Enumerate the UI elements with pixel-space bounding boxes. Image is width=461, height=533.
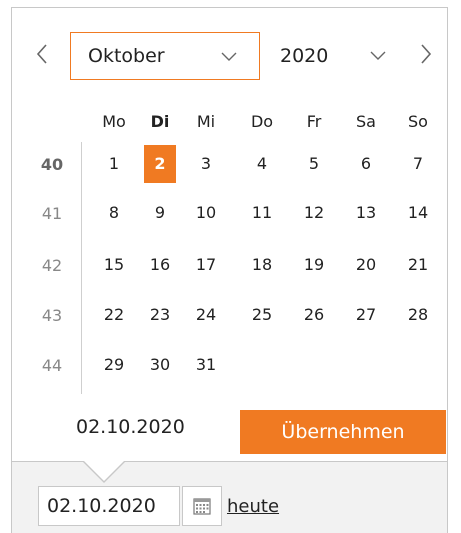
day-cell-selected[interactable]: 2 xyxy=(144,145,176,183)
day-cell[interactable]: 19 xyxy=(298,246,330,284)
next-month-button[interactable] xyxy=(414,42,438,76)
month-select-value: Oktober xyxy=(88,45,165,67)
day-cell[interactable]: 18 xyxy=(246,246,278,284)
day-cell[interactable]: 20 xyxy=(350,246,382,284)
previous-month-button[interactable] xyxy=(30,42,54,76)
apply-button[interactable]: Übernehmen xyxy=(240,410,446,454)
weekday-header: Di xyxy=(150,112,170,131)
chevron-down-icon xyxy=(221,52,237,61)
weekday-header: So xyxy=(408,112,428,131)
weekday-header: Mi xyxy=(196,112,216,131)
weekday-header: Mo xyxy=(102,112,126,131)
day-cell[interactable]: 28 xyxy=(402,296,434,334)
day-cell[interactable]: 21 xyxy=(402,246,434,284)
today-link[interactable]: heute xyxy=(227,496,279,517)
selected-date-display: 02.10.2020 xyxy=(76,416,185,438)
week-number: 40 xyxy=(40,155,64,174)
chevron-right-icon xyxy=(421,44,432,64)
day-cell[interactable]: 26 xyxy=(298,296,330,334)
week-number: 43 xyxy=(41,306,63,325)
day-cell[interactable]: 9 xyxy=(144,194,176,232)
weekday-header: Sa xyxy=(356,112,376,131)
year-select-value: 2020 xyxy=(280,45,329,67)
chevron-left-icon xyxy=(36,44,47,64)
day-cell[interactable]: 10 xyxy=(190,194,222,232)
year-select[interactable]: 2020 xyxy=(268,32,394,80)
day-cell[interactable]: 12 xyxy=(298,194,330,232)
day-cell[interactable]: 1 xyxy=(98,145,130,183)
day-cell[interactable]: 24 xyxy=(190,296,222,334)
day-cell[interactable]: 5 xyxy=(298,145,330,183)
day-cell[interactable]: 11 xyxy=(246,194,278,232)
day-cell[interactable]: 14 xyxy=(402,194,434,232)
day-cell[interactable]: 23 xyxy=(144,296,176,334)
popup-pointer xyxy=(84,461,124,481)
day-cell[interactable]: 7 xyxy=(402,145,434,183)
calendar-button[interactable] xyxy=(182,486,222,526)
day-cell[interactable]: 15 xyxy=(98,246,130,284)
calendar-icon xyxy=(193,498,211,515)
day-cell[interactable]: 4 xyxy=(246,145,278,183)
day-cell[interactable]: 13 xyxy=(350,194,382,232)
day-cell[interactable]: 29 xyxy=(98,346,130,384)
day-cell[interactable]: 17 xyxy=(190,246,222,284)
week-number: 41 xyxy=(41,204,63,223)
day-cell[interactable]: 27 xyxy=(350,296,382,334)
day-cell[interactable]: 6 xyxy=(350,145,382,183)
week-number: 44 xyxy=(41,356,63,375)
day-cell[interactable]: 8 xyxy=(98,194,130,232)
month-select[interactable]: Oktober xyxy=(70,32,260,80)
day-cell[interactable]: 30 xyxy=(144,346,176,384)
day-cell[interactable]: 3 xyxy=(190,145,222,183)
day-cell[interactable]: 16 xyxy=(144,246,176,284)
chevron-down-icon xyxy=(370,51,386,60)
week-number-divider xyxy=(81,142,82,394)
day-cell[interactable]: 31 xyxy=(190,346,222,384)
weekday-header: Do xyxy=(250,112,274,131)
week-number: 42 xyxy=(41,256,63,275)
weekday-header: Fr xyxy=(306,112,322,131)
day-cell[interactable]: 22 xyxy=(98,296,130,334)
day-cell[interactable]: 25 xyxy=(246,296,278,334)
date-input[interactable] xyxy=(38,486,180,526)
date-picker-popup: Oktober 2020 Mo Di Mi Do Fr Sa So 40 41 42… xyxy=(11,7,448,462)
